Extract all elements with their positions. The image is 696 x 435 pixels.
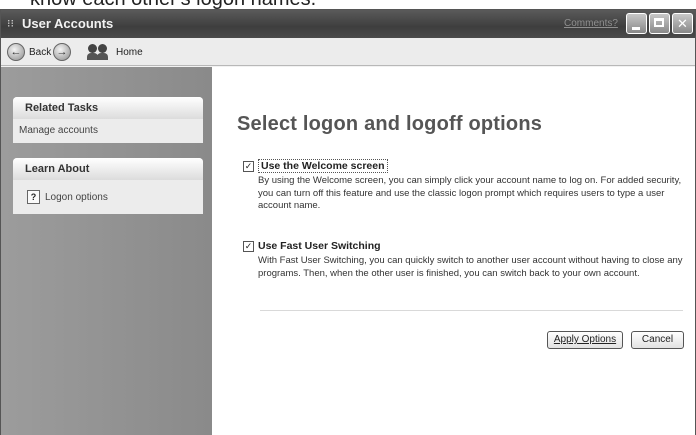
user-accounts-window: ⁝⁝ User Accounts Comments? ✕ ← Back → Ho… [0, 9, 696, 435]
related-task-manage-accounts[interactable]: Manage accounts [13, 119, 203, 143]
main-content: Select logon and logoff options ✓ Use th… [212, 67, 695, 435]
close-icon: ✕ [677, 16, 688, 31]
cancel-button[interactable]: Cancel [631, 331, 684, 349]
home-button[interactable]: Home [86, 42, 143, 62]
fast-user-switching-description: With Fast User Switching, you can quickl… [258, 255, 683, 279]
back-label: Back [29, 46, 52, 58]
welcome-screen-description: By using the Welcome screen, you can sim… [258, 175, 682, 211]
fast-user-switching-checkbox[interactable]: ✓ [243, 240, 254, 252]
apply-options-button[interactable]: Apply Options [547, 331, 623, 349]
forward-arrow-icon: → [53, 43, 71, 61]
navigation-toolbar: ← Back → Home [1, 38, 695, 66]
comments-link[interactable]: Comments? [564, 18, 618, 29]
home-label: Home [116, 46, 143, 58]
welcome-screen-option: ✓ Use the Welcome screen By using the We… [243, 159, 683, 213]
back-arrow-icon: ← [7, 43, 25, 61]
learn-about-header: Learn About [13, 158, 203, 180]
task-sidebar: Related Tasks Manage accounts Learn Abou… [1, 67, 212, 435]
close-button[interactable]: ✕ [672, 13, 693, 34]
maximize-icon [654, 18, 664, 27]
users-home-icon [86, 43, 112, 61]
help-icon: ? [27, 190, 40, 204]
options-divider [260, 310, 683, 311]
learn-about-panel: Learn About ? Logon options [13, 158, 203, 214]
title-bar[interactable]: ⁝⁝ User Accounts Comments? ✕ [1, 10, 695, 38]
related-tasks-panel: Related Tasks Manage accounts [13, 97, 203, 143]
maximize-button[interactable] [649, 13, 670, 34]
window-title: User Accounts [22, 16, 114, 31]
back-button[interactable]: ← Back [7, 42, 51, 62]
page-heading: Select logon and logoff options [237, 113, 543, 135]
fast-user-switching-option: ✓ Use Fast User Switching With Fast User… [243, 239, 683, 280]
fast-user-switching-label[interactable]: Use Fast User Switching [258, 240, 381, 252]
user-accounts-icon: ⁝⁝ [7, 18, 14, 30]
learn-about-item-label: Logon options [45, 191, 108, 203]
learn-about-logon-options[interactable]: ? Logon options [13, 180, 203, 214]
welcome-screen-label[interactable]: Use the Welcome screen [258, 159, 388, 173]
related-tasks-header: Related Tasks [13, 97, 203, 119]
welcome-screen-checkbox[interactable]: ✓ [243, 160, 254, 172]
minimize-icon [632, 27, 640, 30]
minimize-button[interactable] [626, 13, 647, 34]
forward-button[interactable]: → [53, 42, 71, 62]
